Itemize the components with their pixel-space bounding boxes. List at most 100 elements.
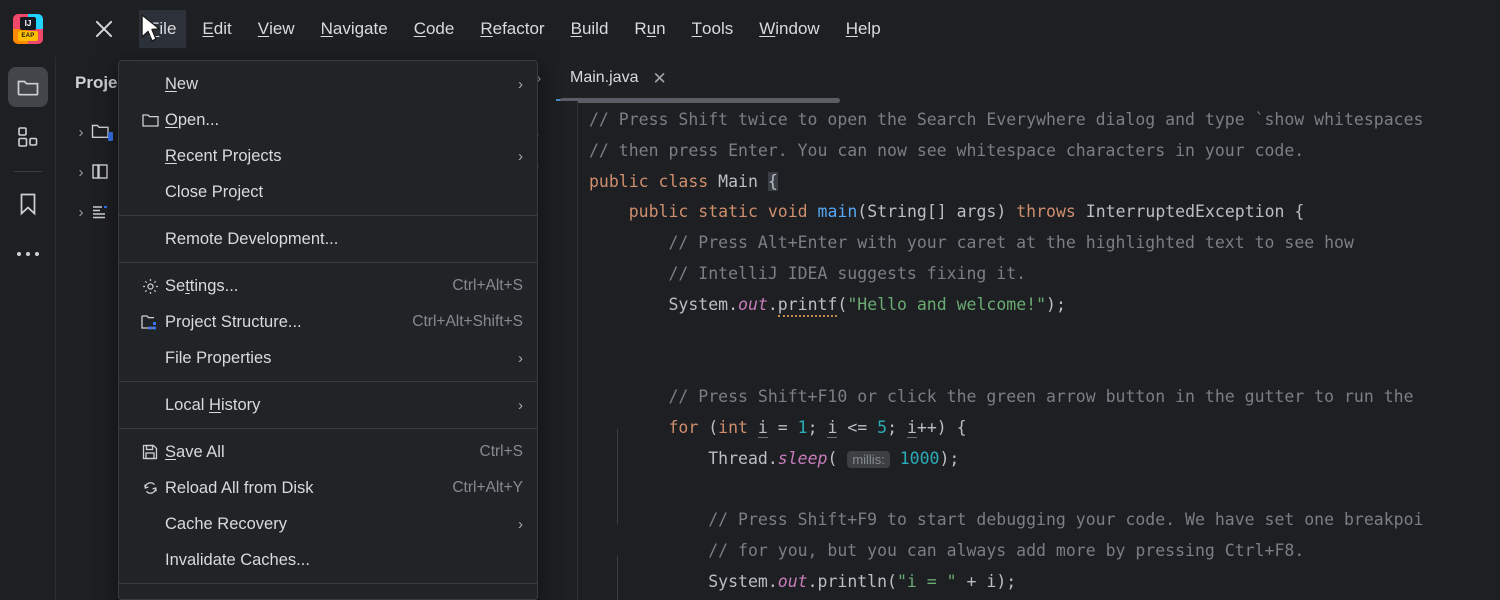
menu-window[interactable]: Window: [749, 10, 829, 48]
menu-file[interactable]: File: [139, 10, 186, 48]
more-ellipsis-icon: [16, 250, 40, 258]
file-menu-item-cache-recovery[interactable]: Cache Recovery ›: [119, 506, 537, 542]
code-line: // for you, but you can always add more …: [589, 536, 1304, 567]
file-menu-item-label: Save All: [165, 443, 464, 462]
editor-tab-main-java[interactable]: Main.java ✕: [556, 57, 679, 101]
scratches-icon: [91, 203, 113, 221]
sidebar-item-structure[interactable]: [8, 117, 48, 157]
chevron-right-icon: ›: [518, 350, 523, 367]
file-menu-item-file-properties[interactable]: File Properties ›: [119, 340, 537, 376]
logo-ij-text: IJ: [20, 17, 36, 30]
bookmark-icon: [17, 192, 39, 216]
chevron-right-icon: ›: [518, 148, 523, 165]
code-line: System.out.println("i = " + i);: [589, 567, 1016, 598]
file-menu-item-shortcut: Ctrl+Alt+S: [452, 277, 523, 295]
tool-strip-divider: [14, 171, 42, 172]
gear-icon: [135, 278, 165, 295]
save-floppy-icon: [135, 444, 165, 460]
project-structure-icon: [135, 314, 165, 330]
menu-help[interactable]: Help: [836, 10, 891, 48]
file-menu-item-project-structure[interactable]: Project Structure... Ctrl+Alt+Shift+S: [119, 304, 537, 340]
left-tool-strip: [0, 57, 56, 600]
file-menu-item-shortcut: Ctrl+Alt+Y: [452, 479, 523, 497]
file-menu-item-label: New: [165, 75, 502, 94]
code-line: Thread.sleep( millis: 1000);: [589, 444, 959, 476]
tree-row-scratches[interactable]: ›: [71, 199, 113, 225]
menu-separator: [119, 381, 537, 382]
chevron-right-icon: ›: [518, 397, 523, 414]
file-menu-item-remote-development[interactable]: Remote Development...: [119, 221, 537, 257]
file-menu-item-new[interactable]: New ›: [119, 66, 537, 102]
code-text-area[interactable]: // Press Shift twice to open the Search …: [579, 101, 1500, 600]
sidebar-item-project[interactable]: [8, 67, 48, 107]
code-line: public class Main {: [589, 167, 778, 198]
code-line: System.out.printf("Hello and welcome!");: [589, 290, 1066, 321]
file-menu-item-label: Recent Projects: [165, 147, 502, 166]
file-menu-item-label: Remote Development...: [165, 230, 523, 249]
code-line: // Press Shift+F9 to start debugging you…: [589, 505, 1423, 536]
file-menu-item-open[interactable]: Open...: [119, 102, 537, 138]
close-icon[interactable]: ✕: [652, 70, 666, 87]
module-folder-icon: [91, 123, 113, 141]
code-line: // IntelliJ IDEA suggests fixing it.: [589, 259, 1026, 290]
file-menu-item-label: Reload All from Disk: [165, 479, 436, 498]
chevron-right-icon[interactable]: ›: [71, 124, 91, 141]
sidebar-item-bookmarks[interactable]: [8, 184, 48, 224]
intellij-idea-logo-icon: IJ EAP: [13, 14, 43, 44]
file-menu-item-local-history[interactable]: Local History ›: [119, 387, 537, 423]
chevron-right-icon[interactable]: ›: [71, 204, 91, 221]
menu-run[interactable]: Run: [624, 10, 675, 48]
intellij-idea-window: IJ EAP FileEditViewNavigateCodeRefactorB…: [0, 0, 1500, 600]
editor-tab-bar: › Main.java ✕: [520, 57, 1500, 101]
file-menu-item-shortcut: Ctrl+S: [480, 443, 524, 461]
file-menu-item-manage-ide-settings[interactable]: Manage IDE Settings›: [119, 589, 537, 600]
code-line: // Press Shift+F10 or click the green ar…: [589, 382, 1414, 413]
code-line: for (int i = 1; i <= 5; i++) {: [589, 413, 967, 444]
file-menu-item-label: Settings...: [165, 277, 436, 296]
menu-separator: [119, 428, 537, 429]
tree-row-library[interactable]: ›: [71, 159, 113, 185]
chevron-right-icon[interactable]: ›: [71, 164, 91, 181]
file-menu-item-label: Local History: [165, 396, 502, 415]
file-menu-item-label: Project Structure...: [165, 313, 396, 332]
reload-icon: [135, 480, 165, 496]
code-line: // then press Enter. You can now see whi…: [589, 136, 1304, 167]
file-menu-item-label: Close Project: [165, 183, 523, 202]
menu-tools[interactable]: Tools: [682, 10, 744, 48]
file-menu-item-label: File Properties: [165, 349, 502, 368]
menu-navigate[interactable]: Navigate: [311, 10, 398, 48]
sidebar-item-more[interactable]: [8, 234, 48, 274]
library-icon: [91, 163, 113, 181]
file-menu-item-shortcut: Ctrl+Alt+Shift+S: [412, 313, 523, 331]
file-menu-item-label: Invalidate Caches...: [165, 551, 523, 570]
file-menu-item-recent-projects[interactable]: Recent Projects ›: [119, 138, 537, 174]
menu-build[interactable]: Build: [561, 10, 619, 48]
code-line: // Press Shift twice to open the Search …: [589, 105, 1423, 136]
menu-view[interactable]: View: [248, 10, 305, 48]
file-menu-item-save-all[interactable]: Save All Ctrl+S: [119, 434, 537, 470]
code-line: public static void main(String[] args) t…: [589, 197, 1304, 228]
menu-separator: [119, 262, 537, 263]
file-menu-item-invalidate-caches[interactable]: Invalidate Caches...: [119, 542, 537, 578]
menu-refactor[interactable]: Refactor: [470, 10, 554, 48]
menu-separator: [119, 583, 537, 584]
menu-items-container: FileEditViewNavigateCodeRefactorBuildRun…: [121, 10, 891, 48]
file-menu-popup: New › Open... Recent Projects › Close Project…: [118, 60, 538, 600]
main-menu-bar: IJ EAP FileEditViewNavigateCodeRefactorB…: [0, 0, 1500, 57]
code-line: // Press Alt+Enter with your caret at th…: [589, 228, 1354, 259]
file-menu-item-label: Cache Recovery: [165, 515, 502, 534]
folder-icon: [135, 113, 165, 128]
code-editor: › Main.java ✕ // Press Shift twice to op…: [520, 57, 1500, 600]
file-menu-item-label: Open...: [165, 111, 523, 130]
chevron-right-icon: ›: [518, 516, 523, 533]
close-icon[interactable]: [87, 12, 121, 46]
folder-icon: [16, 75, 40, 99]
file-menu-item-settings[interactable]: Settings... Ctrl+Alt+S: [119, 268, 537, 304]
menu-code[interactable]: Code: [404, 10, 465, 48]
tree-row-module[interactable]: ›: [71, 119, 113, 145]
file-menu-item-close-project[interactable]: Close Project: [119, 174, 537, 210]
chevron-right-icon: ›: [518, 76, 523, 93]
structure-icon: [17, 126, 39, 148]
file-menu-item-reload-all-from-disk[interactable]: Reload All from Disk Ctrl+Alt+Y: [119, 470, 537, 506]
menu-edit[interactable]: Edit: [192, 10, 241, 48]
